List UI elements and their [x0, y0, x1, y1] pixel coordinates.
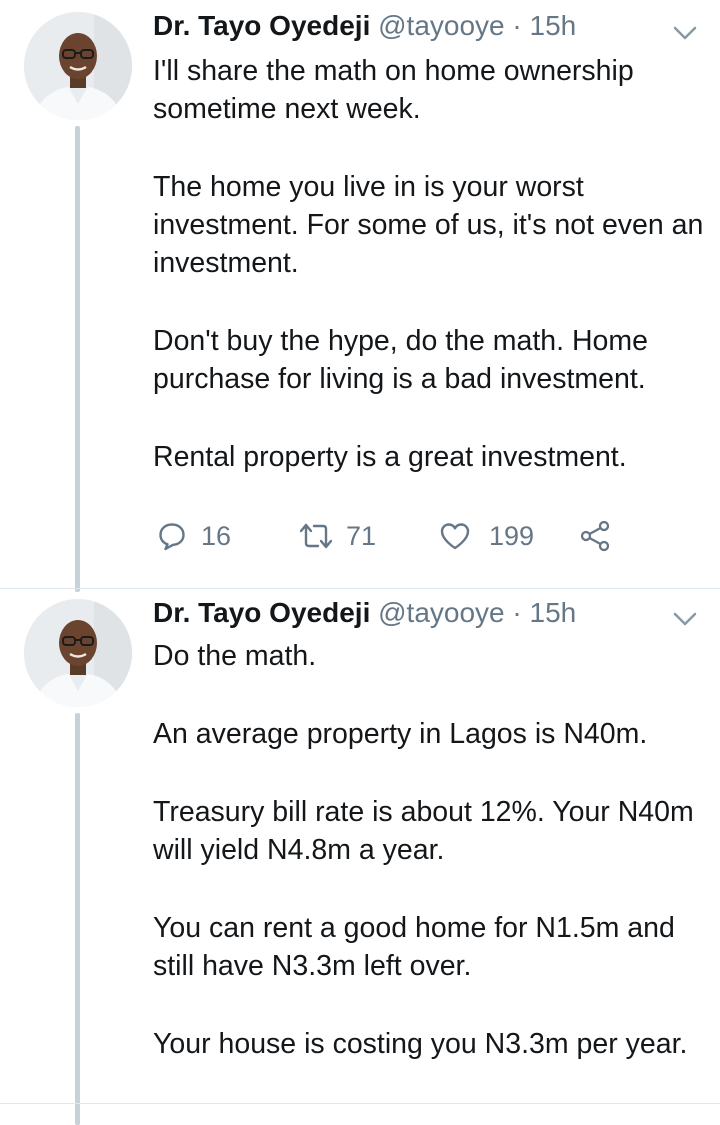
- tweet-paragraph: The home you live in is your worst inves…: [153, 171, 704, 279]
- chevron-down-icon[interactable]: [672, 24, 698, 42]
- retweet-icon: [299, 523, 333, 549]
- retweet-count: 71: [346, 520, 377, 551]
- share-button[interactable]: [579, 516, 611, 556]
- author-name[interactable]: Dr. Tayo Oyedeji: [153, 597, 370, 628]
- thread-connector-line: [75, 126, 80, 592]
- thread-connector-line: [75, 713, 80, 1125]
- retweet-button[interactable]: 71: [296, 516, 376, 556]
- tweet-paragraph: You can rent a good home for N1.5m and s…: [153, 912, 675, 982]
- time-separator: ·: [512, 10, 522, 41]
- author-avatar[interactable]: [24, 599, 132, 707]
- tweet-paragraph: Rental property is a great investment.: [153, 441, 627, 473]
- tweet-paragraph: Do the math.: [153, 640, 317, 672]
- reply-button[interactable]: 16: [157, 516, 231, 556]
- like-button[interactable]: 199: [439, 516, 534, 556]
- tweet-paragraph: Don't buy the hype, do the math. Home pu…: [153, 325, 648, 395]
- tweet-actions: 16 71 199: [153, 516, 623, 556]
- author-handle[interactable]: @tayooye: [378, 10, 505, 41]
- heart-icon: [440, 523, 470, 550]
- tweet-paragraph: Treasury bill rate is about 12%. Your N4…: [153, 796, 694, 866]
- bottom-divider: [0, 1103, 720, 1104]
- tweet-header: Dr. Tayo Oyedeji @tayooye · 15h: [153, 593, 576, 633]
- tweet-paragraph: An average property in Lagos is N40m.: [153, 718, 648, 750]
- tweet-1[interactable]: Dr. Tayo Oyedeji @tayooye · 15h I'll sha…: [0, 0, 720, 592]
- time-separator: ·: [512, 597, 522, 628]
- author-handle[interactable]: @tayooye: [378, 597, 505, 628]
- tweet-header: Dr. Tayo Oyedeji @tayooye · 15h: [153, 6, 576, 46]
- tweet-2[interactable]: Dr. Tayo Oyedeji @tayooye · 15h Do the m…: [0, 589, 720, 1125]
- tweet-paragraph: I'll share the math on home ownership so…: [153, 55, 634, 125]
- reply-count: 16: [201, 520, 232, 551]
- tweet-timestamp[interactable]: 15h: [530, 10, 577, 41]
- author-avatar[interactable]: [24, 12, 132, 120]
- tweet-timestamp[interactable]: 15h: [530, 597, 577, 628]
- reply-icon: [159, 523, 185, 551]
- tweet-text: I'll share the math on home ownership so…: [153, 52, 713, 476]
- author-name[interactable]: Dr. Tayo Oyedeji: [153, 10, 370, 41]
- tweet-text: Do the math. An average property in Lago…: [153, 637, 713, 1063]
- chevron-down-icon[interactable]: [672, 610, 698, 628]
- tweet-paragraph: Your house is costing you N3.3m per year…: [153, 1028, 688, 1060]
- like-count: 199: [489, 520, 535, 551]
- share-icon: [580, 520, 610, 552]
